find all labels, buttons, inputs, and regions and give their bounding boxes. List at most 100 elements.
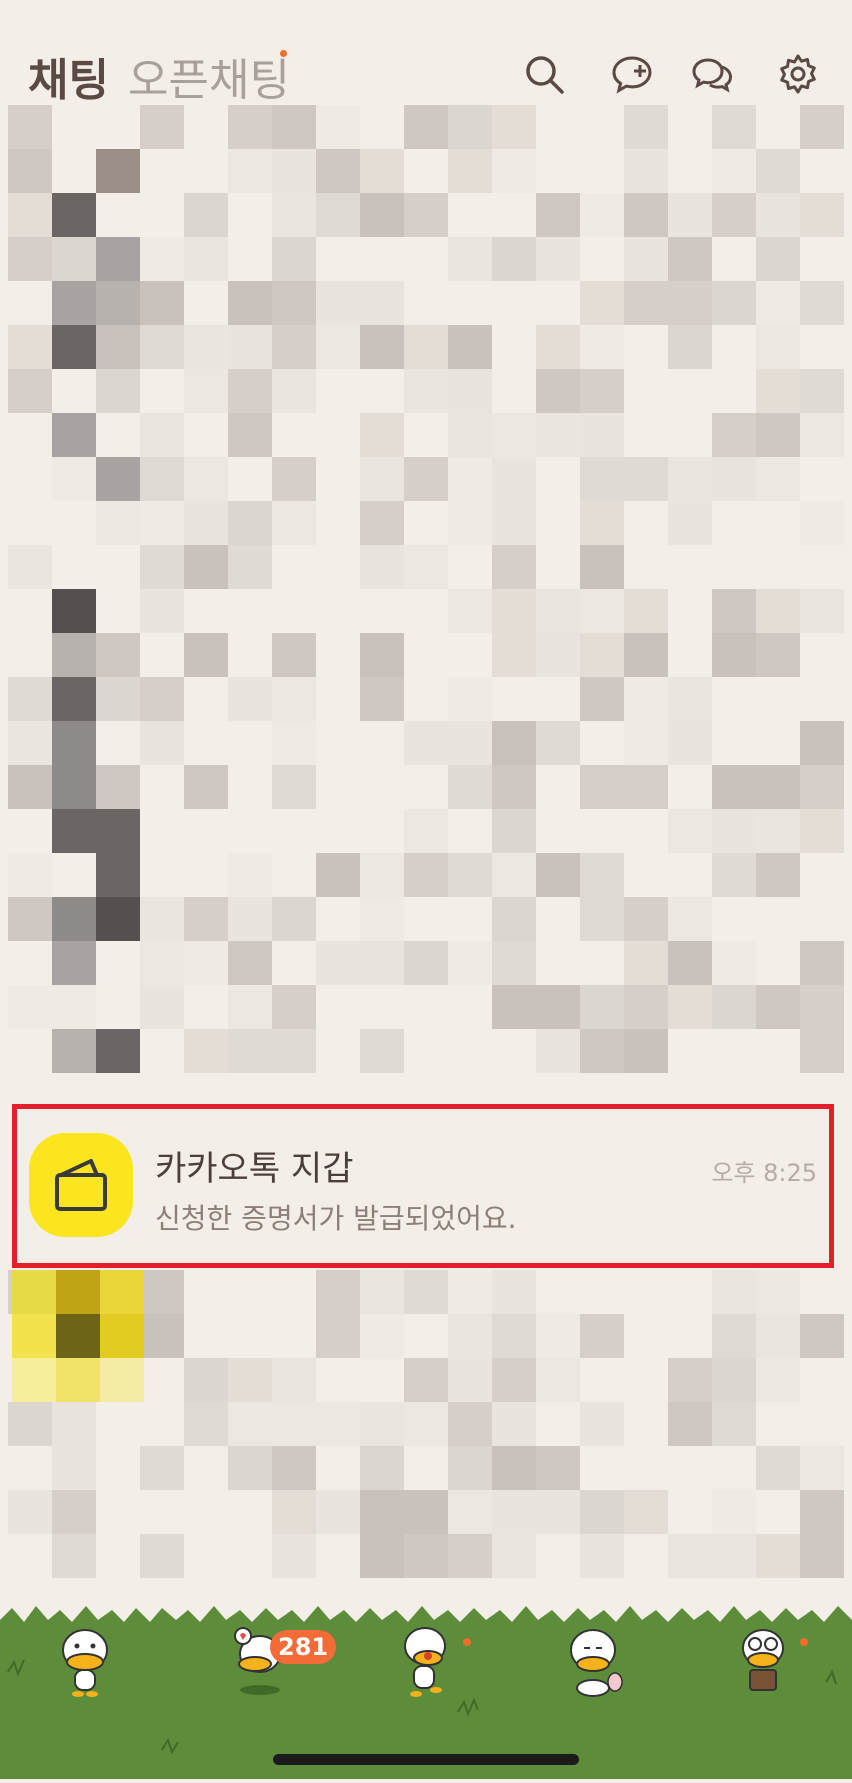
mosaic-cell xyxy=(800,1534,844,1578)
mosaic-cell xyxy=(448,1314,492,1358)
mosaic-cell xyxy=(52,985,96,1029)
mosaic-cell xyxy=(228,1446,272,1490)
mosaic-cell xyxy=(756,1314,800,1358)
mosaic-cell xyxy=(712,633,756,677)
mosaic-cell xyxy=(360,281,404,325)
mosaic-cell xyxy=(624,149,668,193)
mosaic-cell xyxy=(448,369,492,413)
mosaic-cell xyxy=(8,1402,52,1446)
mosaic-cell xyxy=(52,809,96,853)
mosaic-cell xyxy=(492,809,536,853)
mosaic-cell xyxy=(448,1270,492,1314)
wallet-icon xyxy=(55,1159,107,1211)
mosaic-cell xyxy=(52,941,96,985)
mosaic-cell xyxy=(272,1029,316,1073)
mosaic-cell xyxy=(184,369,228,413)
mosaic-cell xyxy=(756,325,800,369)
mosaic-cell xyxy=(140,545,184,589)
wallet-avatar xyxy=(29,1133,133,1237)
mosaic-cell xyxy=(800,105,844,149)
search-icon[interactable] xyxy=(522,52,566,96)
chat-row-kakaotalk-wallet[interactable]: 카카오톡 지갑 신청한 증명서가 발급되었어요. 오후 8:25 xyxy=(12,1104,834,1268)
mosaic-cell xyxy=(712,853,756,897)
shopping-tab[interactable] xyxy=(560,1620,630,1700)
mosaic-cell xyxy=(8,237,52,281)
mosaic-cell xyxy=(316,1314,360,1358)
mosaic-cell xyxy=(624,941,668,985)
tab-open-chat[interactable]: 오픈채팅 xyxy=(128,44,290,108)
mosaic-cell xyxy=(712,413,756,457)
mosaic-cell xyxy=(668,237,712,281)
mosaic-cell xyxy=(404,941,448,985)
mosaic-cell xyxy=(712,457,756,501)
mosaic-cell xyxy=(536,1446,580,1490)
mosaic-cell xyxy=(52,457,96,501)
mosaic-cell xyxy=(228,369,272,413)
mosaic-cell xyxy=(360,941,404,985)
more-tab[interactable] xyxy=(728,1620,798,1700)
mosaic-cell xyxy=(184,501,228,545)
mosaic-cell xyxy=(448,501,492,545)
mosaic-cell xyxy=(492,501,536,545)
mosaic-cell xyxy=(96,765,140,809)
mosaic-cell xyxy=(228,985,272,1029)
mosaic-cell xyxy=(492,897,536,941)
mosaic-cell xyxy=(712,1534,756,1578)
mosaic-cell xyxy=(184,1358,228,1402)
mosaic-cell xyxy=(712,1402,756,1446)
mosaic-cell xyxy=(580,457,624,501)
mosaic-cell xyxy=(272,1358,316,1402)
home-indicator xyxy=(273,1754,579,1765)
mosaic-cell xyxy=(756,589,800,633)
mosaic-cell xyxy=(52,237,96,281)
mosaic-cell xyxy=(272,1490,316,1534)
mosaic-cell xyxy=(492,413,536,457)
mosaic-cell xyxy=(580,853,624,897)
mosaic-cell xyxy=(228,677,272,721)
mosaic-cell xyxy=(712,193,756,237)
character-more-icon xyxy=(742,1629,784,1691)
new-chat-icon[interactable] xyxy=(610,52,654,96)
mosaic-cell xyxy=(800,1314,844,1358)
mosaic-cell xyxy=(492,765,536,809)
mosaic-cell xyxy=(580,633,624,677)
mosaic-cell xyxy=(360,457,404,501)
friends-tab[interactable] xyxy=(50,1620,120,1700)
mosaic-cell xyxy=(228,1358,272,1402)
mosaic-cell xyxy=(96,809,140,853)
mosaic-cell xyxy=(624,1490,668,1534)
mosaic-cell xyxy=(96,237,140,281)
mosaic-cell xyxy=(492,1490,536,1534)
mosaic-cell xyxy=(316,1270,360,1314)
open-chat-bubbles-icon[interactable] xyxy=(690,52,734,96)
mosaic-cell xyxy=(228,853,272,897)
settings-icon[interactable] xyxy=(776,52,820,96)
mosaic-cell xyxy=(668,1358,712,1402)
mosaic-cell xyxy=(96,325,140,369)
mosaic-cell xyxy=(228,105,272,149)
mosaic-cell xyxy=(360,633,404,677)
mosaic-cell xyxy=(536,237,580,281)
tab-chats[interactable]: 채팅 xyxy=(28,44,109,108)
view-tab[interactable] xyxy=(390,1620,460,1700)
mosaic-cell xyxy=(228,545,272,589)
mosaic-cell xyxy=(668,193,712,237)
mosaic-cell xyxy=(492,589,536,633)
mosaic-cell xyxy=(404,105,448,149)
mosaic-cell xyxy=(800,501,844,545)
mosaic-cell xyxy=(360,413,404,457)
mosaic-cell xyxy=(96,897,140,941)
mosaic-cell xyxy=(756,369,800,413)
mosaic-cell xyxy=(756,193,800,237)
mosaic-cell xyxy=(272,765,316,809)
mosaic-cell xyxy=(536,853,580,897)
mosaic-cell xyxy=(228,1402,272,1446)
mosaic-cell xyxy=(580,501,624,545)
mosaic-cell xyxy=(448,853,492,897)
mosaic-cell xyxy=(756,853,800,897)
mosaic-cell xyxy=(800,1490,844,1534)
mosaic-cell xyxy=(624,985,668,1029)
mosaic-cell xyxy=(272,105,316,149)
mosaic-cell xyxy=(140,589,184,633)
mosaic-cell xyxy=(184,1402,228,1446)
